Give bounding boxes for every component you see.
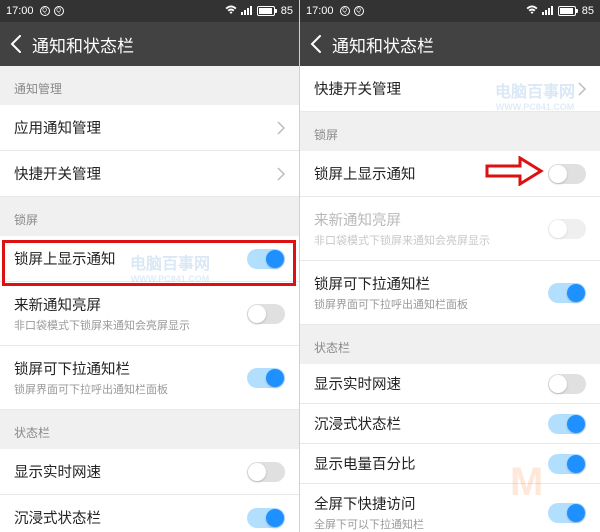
row-label: 快捷开关管理 — [314, 78, 401, 99]
row-label: 锁屏可下拉通知栏 — [14, 358, 168, 379]
row-subtitle: 非口袋模式下锁屏来通知会亮屏显示 — [14, 317, 190, 333]
battery-icon — [257, 6, 275, 16]
row-lock-show-notif[interactable]: 锁屏上显示通知 — [300, 151, 600, 197]
row-subtitle: 锁屏界面可下拉呼出通知栏面板 — [314, 296, 468, 312]
row-lock-pull-bar[interactable]: 锁屏可下拉通知栏 锁屏界面可下拉呼出通知栏面板 — [0, 346, 299, 410]
toggle-realtime-speed[interactable] — [247, 462, 285, 482]
row-label: 快捷开关管理 — [14, 163, 101, 184]
status-bar: 17:00 Q Q 85 — [300, 0, 600, 22]
toggle-realtime-speed[interactable] — [548, 374, 586, 394]
toggle-immersive[interactable] — [548, 414, 586, 434]
row-label: 应用通知管理 — [14, 117, 101, 138]
row-subtitle: 全屏下可以下拉通知栏 — [314, 516, 424, 532]
status-time: 17:00 — [6, 5, 34, 17]
row-label: 来新通知亮屏 — [14, 294, 190, 315]
page-title: 通知和状态栏 — [32, 32, 134, 57]
back-icon[interactable] — [10, 35, 22, 53]
row-label: 显示电量百分比 — [314, 453, 416, 474]
row-incoming-light[interactable]: 来新通知亮屏 非口袋模式下锁屏来通知会亮屏显示 — [0, 282, 299, 346]
q-icon: Q — [40, 6, 50, 16]
page-title: 通知和状态栏 — [332, 32, 434, 57]
q-icon: Q — [54, 6, 64, 16]
battery-percent: 85 — [281, 5, 293, 17]
section-statusbar: 状态栏 — [300, 325, 600, 364]
wifi-icon — [526, 5, 538, 18]
row-label: 全屏下快捷访问 — [314, 493, 424, 514]
row-quick-switch[interactable]: 快捷开关管理 — [0, 151, 299, 197]
row-label: 锁屏上显示通知 — [14, 248, 116, 269]
row-realtime-speed[interactable]: 显示实时网速 — [300, 364, 600, 404]
row-battery-pct[interactable]: 显示电量百分比 — [300, 444, 600, 484]
row-label: 显示实时网速 — [314, 373, 401, 394]
toggle-fullscreen-quick[interactable] — [548, 503, 586, 523]
row-label: 锁屏上显示通知 — [314, 163, 416, 184]
page-header: 通知和状态栏 — [0, 22, 299, 66]
toggle-lock-pull-bar[interactable] — [247, 368, 285, 388]
page-header: 通知和状态栏 — [300, 22, 600, 66]
status-indicator-icons: Q Q — [340, 6, 364, 16]
back-icon[interactable] — [310, 35, 322, 53]
row-app-notification[interactable]: 应用通知管理 — [0, 105, 299, 151]
chevron-right-icon — [277, 167, 285, 181]
status-right-icons: 85 — [526, 5, 594, 18]
row-label: 沉浸式状态栏 — [314, 413, 401, 434]
row-label: 显示实时网速 — [14, 461, 101, 482]
section-lockscreen: 锁屏 — [0, 197, 299, 236]
battery-icon — [558, 6, 576, 16]
toggle-incoming-light[interactable] — [247, 304, 285, 324]
section-statusbar: 状态栏 — [0, 410, 299, 449]
row-incoming-light: 来新通知亮屏 非口袋模式下锁屏来通知会亮屏显示 — [300, 197, 600, 261]
status-right-icons: 85 — [225, 5, 293, 18]
row-subtitle: 非口袋模式下锁屏来通知会亮屏显示 — [314, 232, 490, 248]
battery-percent: 85 — [582, 5, 594, 17]
section-lockscreen: 锁屏 — [300, 112, 600, 151]
row-fullscreen-quick[interactable]: 全屏下快捷访问 全屏下可以下拉通知栏 — [300, 484, 600, 532]
toggle-immersive[interactable] — [247, 508, 285, 528]
toggle-lock-pull-bar[interactable] — [548, 283, 586, 303]
row-realtime-speed[interactable]: 显示实时网速 — [0, 449, 299, 495]
row-quick-switch[interactable]: 快捷开关管理 — [300, 66, 600, 112]
phone-left: 17:00 Q Q 85 通知和状态栏 通知管理 应用通知管理 快捷开关管理 锁 — [0, 0, 300, 532]
signal-icon — [241, 5, 253, 18]
phone-right: 17:00 Q Q 85 通知和状态栏 快捷开关管理 锁屏 锁屏上显示通知 — [300, 0, 600, 532]
chevron-right-icon — [277, 121, 285, 135]
toggle-battery-pct[interactable] — [548, 454, 586, 474]
toggle-lock-show-notif[interactable] — [548, 164, 586, 184]
toggle-incoming-light — [548, 219, 586, 239]
section-notification-mgmt: 通知管理 — [0, 66, 299, 105]
row-immersive[interactable]: 沉浸式状态栏 — [0, 495, 299, 532]
row-label: 锁屏可下拉通知栏 — [314, 273, 468, 294]
signal-icon — [542, 5, 554, 18]
status-time: 17:00 — [306, 5, 334, 17]
row-subtitle: 锁屏界面可下拉呼出通知栏面板 — [14, 381, 168, 397]
q-icon: Q — [354, 6, 364, 16]
wifi-icon — [225, 5, 237, 18]
chevron-right-icon — [578, 82, 586, 96]
q-icon: Q — [340, 6, 350, 16]
status-indicator-icons: Q Q — [40, 6, 64, 16]
status-bar: 17:00 Q Q 85 — [0, 0, 299, 22]
row-lock-pull-bar[interactable]: 锁屏可下拉通知栏 锁屏界面可下拉呼出通知栏面板 — [300, 261, 600, 325]
row-lock-show-notif[interactable]: 锁屏上显示通知 — [0, 236, 299, 282]
toggle-lock-show-notif[interactable] — [247, 249, 285, 269]
row-label: 来新通知亮屏 — [314, 209, 490, 230]
row-label: 沉浸式状态栏 — [14, 507, 101, 528]
row-immersive[interactable]: 沉浸式状态栏 — [300, 404, 600, 444]
